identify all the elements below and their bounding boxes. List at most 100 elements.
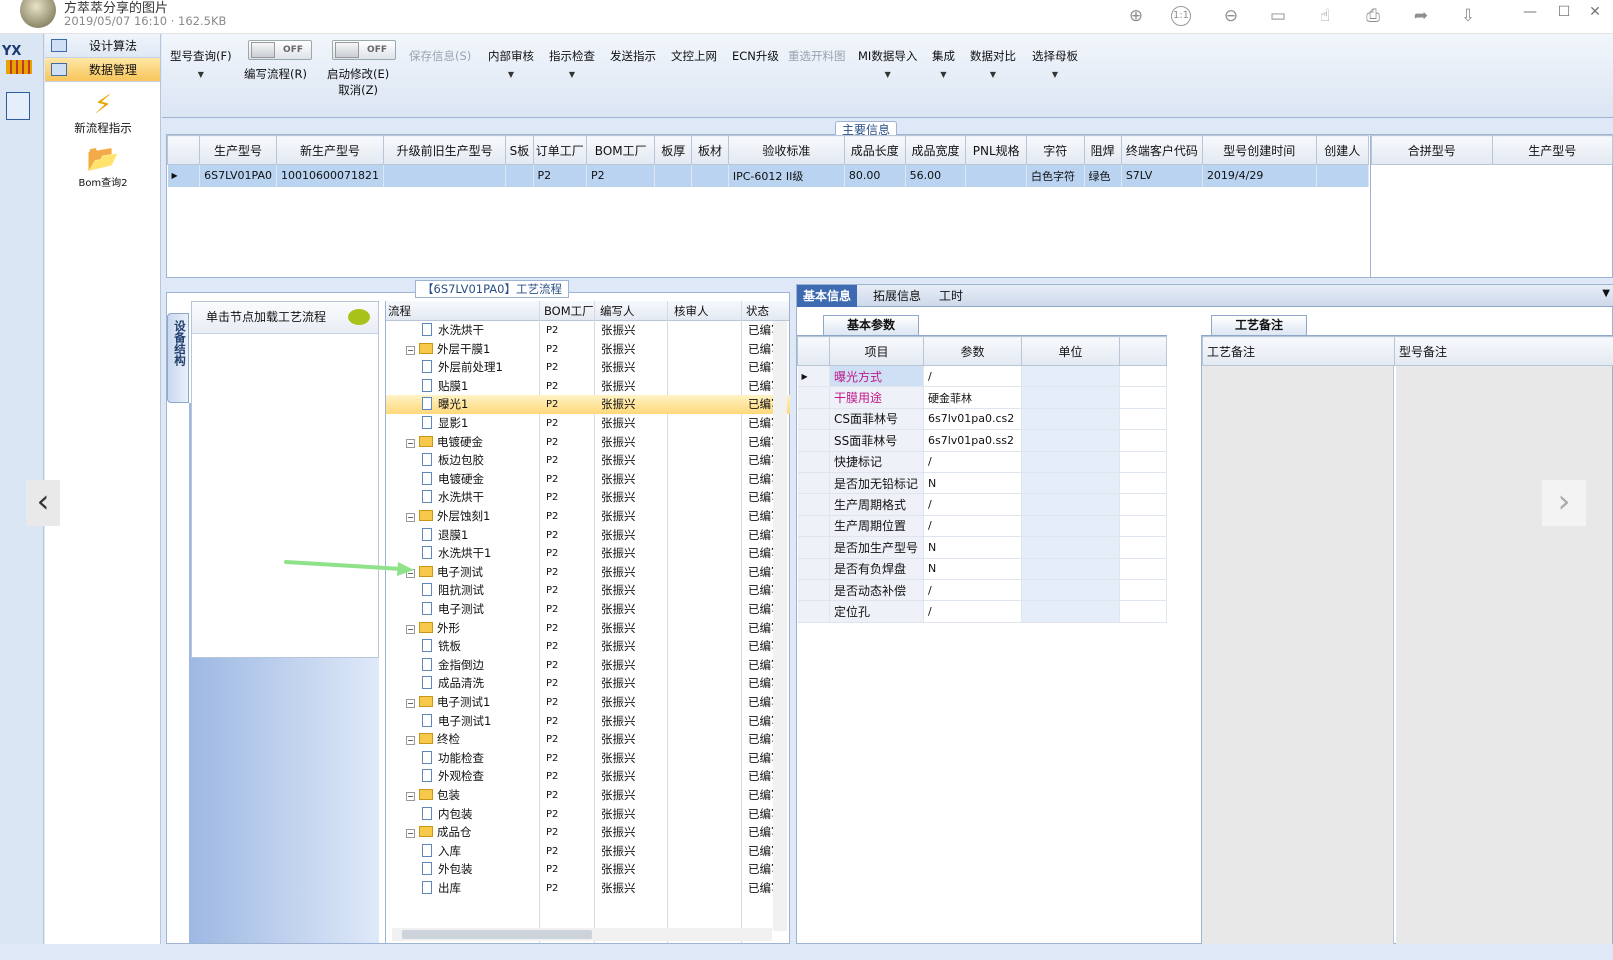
model-remark-area[interactable]	[1396, 366, 1612, 944]
main-info-cell[interactable]: 10010600071821	[276, 164, 384, 187]
tree-node[interactable]: − 终检 P2 张振兴 已编写	[386, 730, 790, 749]
collapse-icon[interactable]: −	[406, 624, 415, 634]
instruction-check-button[interactable]: 指示检查 ▼	[549, 48, 595, 79]
tree-node[interactable]: − 外形 P2 张振兴 已编写	[386, 619, 790, 638]
mi-import-button[interactable]: MI数据导入 ▼	[858, 48, 917, 79]
start-modify-button[interactable]: 启动修改(E) 取消(Z)	[327, 66, 389, 98]
tree-node[interactable]: 显影1 P2 张振兴 已编写	[386, 414, 790, 433]
start-modify-toggle[interactable]: OFF	[332, 40, 396, 60]
main-info-cell[interactable]	[505, 164, 534, 187]
integration-button[interactable]: 集成 ▼	[932, 48, 955, 79]
close-icon[interactable]: ✕	[1585, 4, 1605, 20]
basic-params-tab[interactable]: 基本参数	[823, 315, 919, 335]
param-unit[interactable]	[1021, 536, 1120, 559]
main-info-cell[interactable]	[691, 164, 729, 187]
print-icon[interactable]: ⎙	[1361, 4, 1385, 28]
param-row[interactable]: ▶ 曝光方式 /	[797, 365, 1167, 388]
param-value[interactable]: /	[923, 515, 1022, 538]
param-value[interactable]: /	[923, 493, 1022, 516]
previous-image-button[interactable]: ‹	[26, 480, 60, 526]
collapse-icon[interactable]: −	[406, 736, 415, 746]
param-value[interactable]: /	[923, 365, 1022, 388]
tree-node[interactable]: − 包装 P2 张振兴 已编写	[386, 786, 790, 805]
collapse-icon[interactable]: −	[406, 699, 415, 708]
data-compare-button[interactable]: 数据对比 ▼	[970, 48, 1016, 79]
tree-node[interactable]: 外包装 P2 张振兴 已编写	[386, 860, 790, 879]
tree-node[interactable]: 阻抗测试 P2 张振兴 已编写	[386, 581, 790, 600]
param-unit[interactable]	[1021, 579, 1120, 602]
download-icon[interactable]: ⇩	[1456, 4, 1480, 28]
tree-node[interactable]: 水洗烘干 P2 张振兴 已编写	[386, 488, 790, 507]
tree-node[interactable]: − 电镀硬金 P2 张振兴 已编写	[386, 433, 790, 452]
chevron-down-icon[interactable]: ▼	[1602, 288, 1610, 299]
collapse-icon[interactable]: −	[406, 438, 415, 448]
collapse-icon[interactable]: −	[406, 829, 415, 839]
param-row[interactable]: 干膜用途 硬金菲林	[797, 386, 1167, 409]
collapse-icon[interactable]: −	[406, 513, 415, 522]
save-info-button[interactable]: 保存信息(S)	[409, 48, 471, 64]
tree-node[interactable]: 水洗烘干 P2 张振兴 已编写	[386, 321, 790, 340]
param-value[interactable]: N	[923, 558, 1022, 580]
send-instruction-button[interactable]: 发送指示	[610, 48, 656, 64]
process-remark-tab[interactable]: 工艺备注	[1211, 315, 1307, 335]
param-row[interactable]: 快捷标记 /	[797, 451, 1167, 473]
actual-size-icon[interactable]: 1:1	[1171, 6, 1191, 26]
param-value[interactable]: /	[923, 579, 1022, 602]
write-process-toggle[interactable]: OFF	[248, 40, 312, 60]
reselect-cutting-button[interactable]: 重选开料图	[788, 48, 846, 64]
main-info-cell[interactable]: 白色字符	[1026, 164, 1085, 187]
param-row[interactable]: 定位孔 /	[797, 600, 1167, 623]
internal-review-button[interactable]: 内部审核 ▼	[488, 48, 534, 79]
zoom-out-icon[interactable]: ⊖	[1219, 4, 1243, 28]
ecn-upgrade-button[interactable]: ECN升级	[732, 48, 779, 64]
tree-node[interactable]: − 外层干膜1 P2 张振兴 已编写	[386, 340, 790, 359]
param-row[interactable]: 是否有负焊盘 N	[797, 558, 1167, 580]
nav-tab-data-management[interactable]: 数据管理	[45, 58, 160, 82]
main-info-cell[interactable]: 56.00	[905, 164, 967, 187]
zoom-in-icon[interactable]: ⊕	[1124, 4, 1148, 28]
main-info-cell[interactable]: P2	[533, 164, 588, 187]
horizontal-scrollbar[interactable]	[392, 928, 772, 941]
tree-node[interactable]: 功能检查 P2 张振兴 已编写	[386, 749, 790, 768]
click-load-panel[interactable]: 单击节点加载工艺流程	[191, 301, 379, 658]
process-tree[interactable]: 流程 BOM工厂 编写人 核审人 状态 水洗烘干 P2 张振兴 已编写 − 外层干膜1 P2…	[385, 301, 790, 943]
vertical-scrollbar[interactable]	[773, 321, 787, 931]
param-value[interactable]: 6s7lv01pa0.cs2	[923, 408, 1022, 431]
tree-node[interactable]: 金指倒边 P2 张振兴 已编写	[386, 656, 790, 675]
tree-node[interactable]: − 电子测试1 P2 张振兴 已编写	[386, 693, 790, 712]
tab-basic-info[interactable]: 基本信息	[797, 285, 858, 307]
rotate-icon[interactable]: ▭	[1266, 4, 1290, 28]
main-info-cell[interactable]: IPC-6012 II级	[728, 164, 845, 187]
doc-control-upload-button[interactable]: 文控上网	[671, 48, 717, 64]
tab-extended-info[interactable]: 拓展信息	[867, 285, 927, 307]
main-info-cell[interactable]: 80.00	[844, 164, 906, 187]
nav-item-bom-query[interactable]: 📂 Bom查询2	[45, 144, 161, 189]
tree-node[interactable]: 曝光1 P2 张振兴 已编写	[386, 395, 790, 415]
select-mother-board-button[interactable]: 选择母板 ▼	[1032, 48, 1078, 79]
param-unit[interactable]	[1021, 408, 1120, 431]
param-value[interactable]: 硬金菲林	[923, 386, 1022, 409]
main-info-cell[interactable]	[383, 164, 507, 187]
param-row[interactable]: 是否加生产型号 N	[797, 536, 1167, 559]
param-value[interactable]: N	[923, 472, 1022, 495]
process-remark-area[interactable]	[1202, 366, 1394, 944]
param-value[interactable]: /	[923, 451, 1022, 473]
param-unit[interactable]	[1021, 451, 1120, 473]
param-unit[interactable]	[1021, 493, 1120, 516]
calculator-icon[interactable]	[6, 92, 30, 120]
tree-node[interactable]: 成品清洗 P2 张振兴 已编写	[386, 674, 790, 693]
tree-node[interactable]: 入库 P2 张振兴 已编写	[386, 842, 790, 861]
param-row[interactable]: CS面菲林号 6s7lv01pa0.cs2	[797, 408, 1167, 431]
nav-tab-design[interactable]: 设计算法	[45, 34, 160, 58]
main-info-cell[interactable]: 绿色	[1084, 164, 1122, 187]
param-unit[interactable]	[1021, 386, 1120, 409]
tree-node[interactable]: 贴膜1 P2 张振兴 已编写	[386, 377, 790, 396]
param-row[interactable]: SS面菲林号 6s7lv01pa0.ss2	[797, 429, 1167, 452]
main-info-cell[interactable]: 6S7LV01PA0	[199, 164, 277, 187]
param-unit[interactable]	[1021, 429, 1120, 452]
tree-node[interactable]: 内包装 P2 张振兴 已编写	[386, 805, 790, 824]
param-row[interactable]: 是否动态补偿 /	[797, 579, 1167, 602]
share-icon[interactable]: ➦	[1409, 4, 1433, 28]
tree-node[interactable]: − 电子测试 P2 张振兴 已编写	[386, 563, 790, 582]
param-unit[interactable]	[1021, 472, 1120, 495]
